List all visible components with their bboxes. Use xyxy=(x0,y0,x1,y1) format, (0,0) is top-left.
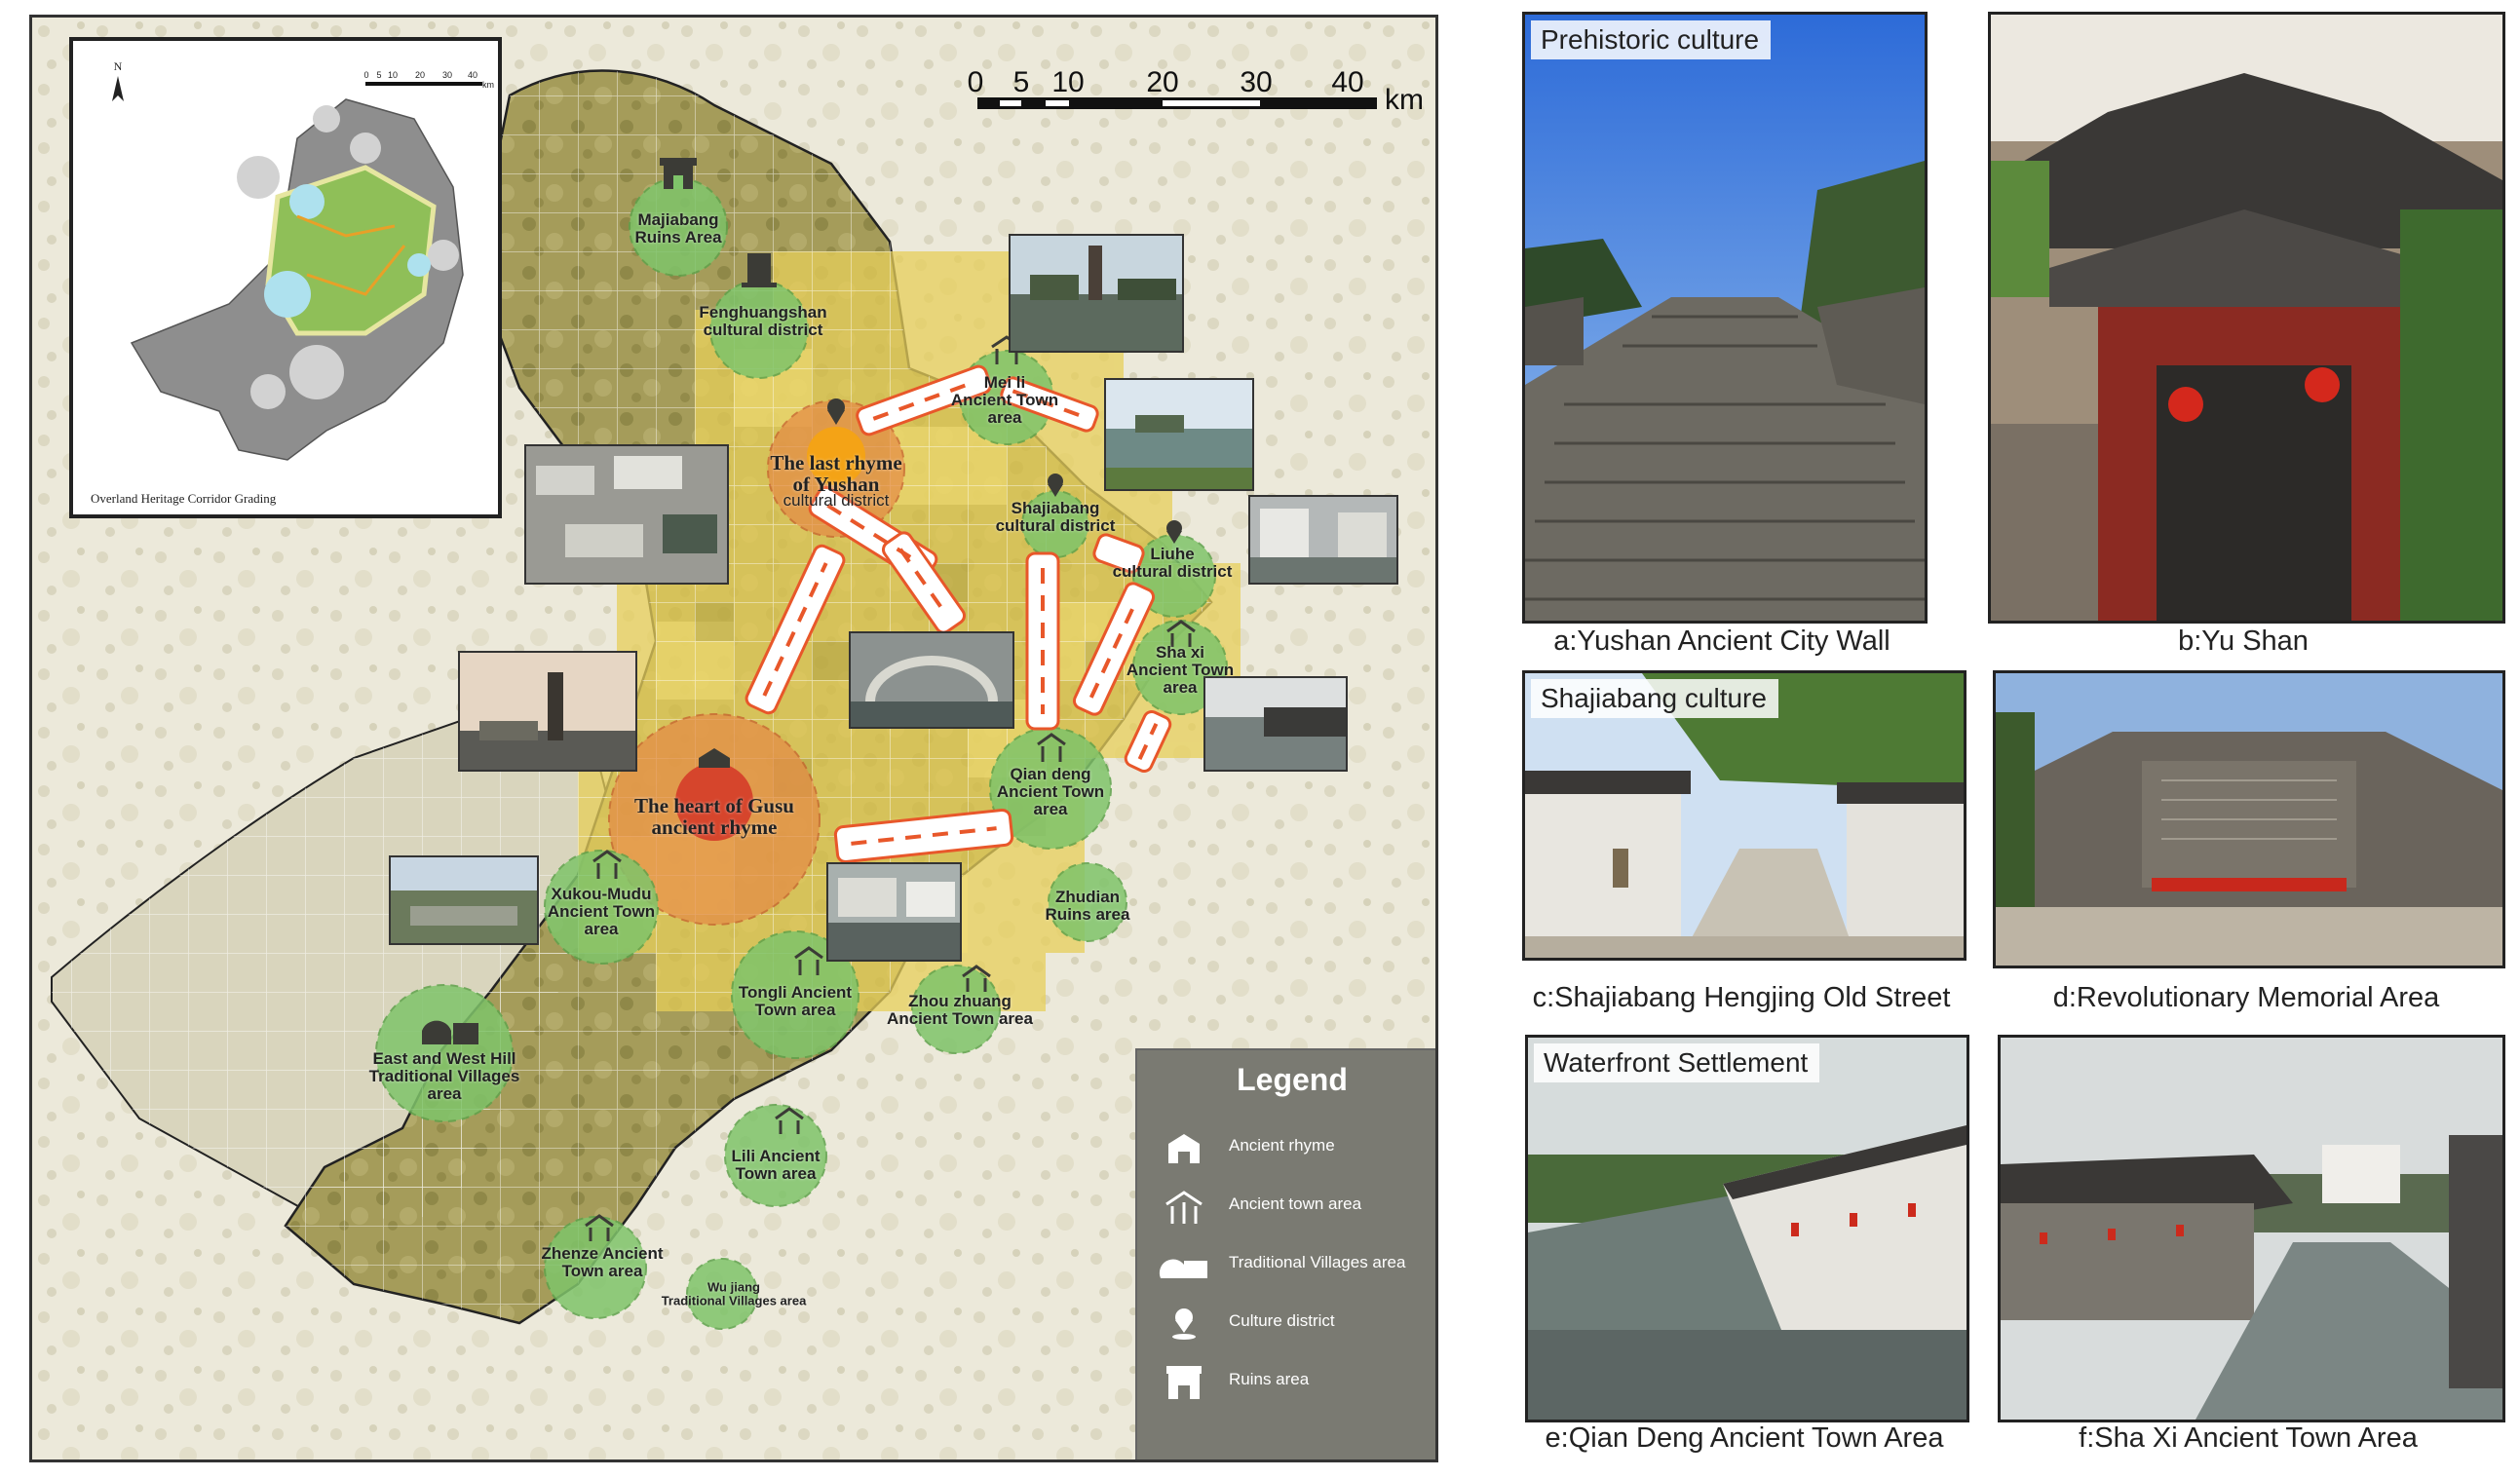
scale-tick: 40 xyxy=(1331,66,1364,98)
legend-item-ancient-town: Ancient town area xyxy=(1155,1181,1435,1230)
photo-c-hengjing-street: Shajiabang culture xyxy=(1522,670,1966,961)
label-shajiabang: Shajiabang cultural district xyxy=(995,499,1116,535)
label-meili: Mei li Ancient Town area xyxy=(950,373,1059,427)
ruins-area-icon xyxy=(1166,1366,1202,1399)
legend-item-culture-district: Culture district xyxy=(1155,1298,1435,1346)
traditional-village-icon xyxy=(1159,1259,1207,1278)
map-photo-street xyxy=(1248,495,1398,585)
photo-b-yu-shan xyxy=(1988,12,2505,624)
label-liuhe: Liuhe cultural district xyxy=(1112,545,1233,581)
label-lili: Lili Ancient Town area xyxy=(731,1147,821,1183)
photo-d-memorial xyxy=(1993,670,2505,968)
legend-title: Legend xyxy=(1237,1062,1348,1097)
photo-a-city-wall: Prehistoric culture xyxy=(1522,12,1928,624)
caption-e: e:Qian Deng Ancient Town Area xyxy=(1545,1422,1944,1454)
scale-tick: 10 xyxy=(1051,66,1085,98)
inset-scale-tick: 30 xyxy=(442,70,452,80)
map-photo-lake xyxy=(1104,378,1254,491)
inset-scale-unit: km xyxy=(482,80,494,90)
label-gusu: The heart of Gusu ancient rhyme xyxy=(634,793,794,839)
legend-label: Traditional Villages area xyxy=(1229,1253,1406,1271)
legend-label: Ancient rhyme xyxy=(1229,1136,1335,1155)
inset-scale-tick: 5 xyxy=(376,70,381,80)
caption-a: a:Yushan Ancient City Wall xyxy=(1553,625,1890,657)
map-photo-village-aerial xyxy=(524,444,729,585)
scale-tick: 30 xyxy=(1240,66,1273,98)
inset-scale-tick: 40 xyxy=(468,70,477,80)
legend-item-ancient-rhyme: Ancient rhyme xyxy=(1155,1122,1435,1171)
inset-scale-tick: 10 xyxy=(388,70,398,80)
map-photo-tower xyxy=(458,651,637,772)
label-tongli: Tongli Ancient Town area xyxy=(738,983,853,1019)
label-qiandeng: Qian deng Ancient Town area xyxy=(996,765,1105,818)
inset-map-canvas: N 0 5 10 20 30 40 km xyxy=(112,59,494,461)
label-majiabang: Majiabang Ruins Area xyxy=(634,210,722,246)
label-fenghuangshan: Fenghuangshan cultural district xyxy=(699,303,827,339)
label-east-west-hill: East and West Hill Traditional Villages ar… xyxy=(368,1049,520,1103)
map-photo-landscape xyxy=(389,855,539,945)
map-photo-waterfront xyxy=(826,862,962,962)
map-photo-bridge xyxy=(849,631,1014,729)
photo-e-tag: Waterfront Settlement xyxy=(1534,1043,1820,1082)
label-yushan-sub: cultural district xyxy=(783,491,890,511)
scale-tick: 20 xyxy=(1146,66,1179,98)
scale-tick: 5 xyxy=(1012,66,1030,98)
ancient-rhyme-icon xyxy=(1168,1134,1200,1163)
scale-tick: 0 xyxy=(967,66,984,98)
label-xukou: Xukou-Mudu Ancient Town area xyxy=(547,885,656,938)
scale-unit: km xyxy=(1385,84,1424,116)
label-zhouzhuang: Zhou zhuang Ancient Town area xyxy=(887,992,1033,1028)
inset-north-label: N xyxy=(114,59,123,73)
legend-label: Culture district xyxy=(1229,1311,1335,1330)
culture-district-icon xyxy=(1172,1308,1196,1340)
photo-c-tag: Shajiabang culture xyxy=(1531,679,1778,718)
caption-f: f:Sha Xi Ancient Town Area xyxy=(2079,1422,2418,1454)
inset-scale-tick: 0 xyxy=(363,70,368,80)
label-yushan: The last rhyme of Yushan xyxy=(770,450,902,496)
photo-e-qian-deng: Waterfront Settlement xyxy=(1525,1035,1969,1422)
caption-d: d:Revolutionary Memorial Area xyxy=(2052,982,2440,1013)
legend-item-ruins-area: Ruins area xyxy=(1155,1356,1435,1405)
map-photo-pagoda xyxy=(1009,234,1184,353)
ancient-town-icon xyxy=(1165,1191,1203,1224)
legend-label: Ruins area xyxy=(1229,1370,1310,1388)
heritage-map: 0 5 10 20 30 40 km Majiabang Ruins Area F… xyxy=(29,15,1438,1462)
label-zhudian: Zhudian Ruins area xyxy=(1045,888,1130,924)
inset-map: N 0 5 10 20 30 40 km xyxy=(69,37,502,518)
label-shaxi: Sha xi Ancient Town area xyxy=(1126,643,1235,697)
caption-b: b:Yu Shan xyxy=(2178,625,2309,657)
photo-a-tag: Prehistoric culture xyxy=(1531,20,1772,59)
label-wujiang: Wu jiang Traditional Villages area xyxy=(661,1279,807,1307)
caption-c: c:Shajiabang Hengjing Old Street xyxy=(1532,982,1951,1013)
inset-title: Overland Heritage Corridor Grading xyxy=(91,491,277,506)
legend: Legend Ancient rhyme Ancient town area T… xyxy=(1135,1048,1435,1459)
inset-scale-tick: 20 xyxy=(415,70,425,80)
photo-f-sha-xi xyxy=(1998,1035,2505,1422)
label-zhenze: Zhenze Ancient Town area xyxy=(541,1244,664,1280)
legend-label: Ancient town area xyxy=(1229,1194,1362,1213)
legend-item-traditional-villages: Traditional Villages area xyxy=(1155,1239,1435,1288)
